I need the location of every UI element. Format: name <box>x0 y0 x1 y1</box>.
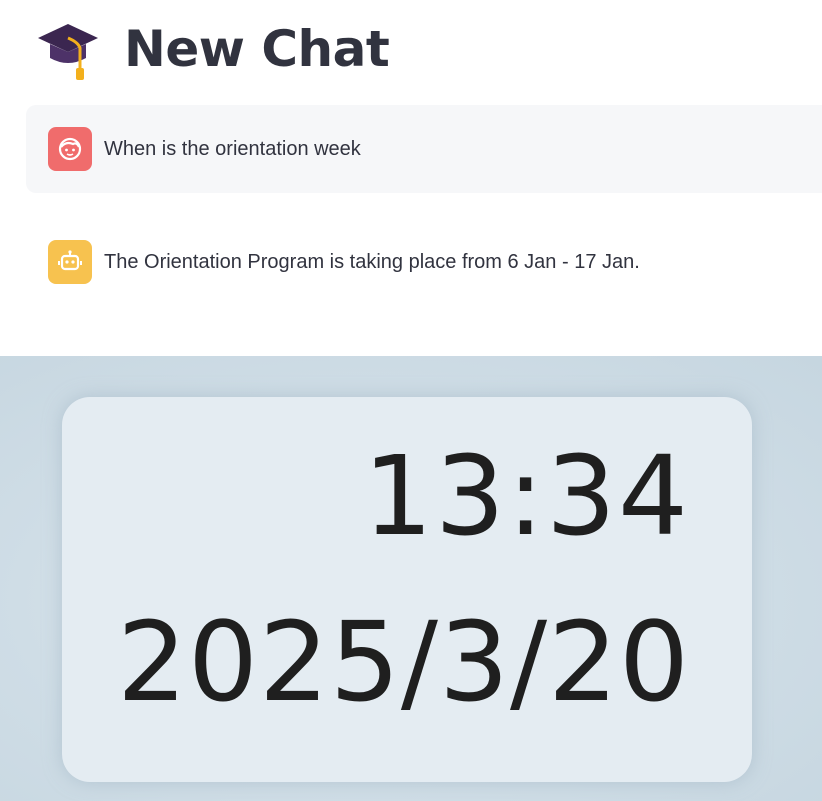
taskbar-clock-area: 13:34 2025/3/20 <box>0 356 822 801</box>
graduation-cap-icon <box>38 24 98 80</box>
chat-panel: New Chat When is the orientation week Th… <box>0 0 822 356</box>
message-text: The Orientation Program is taking place … <box>104 250 640 273</box>
clock-widget[interactable]: 13:34 2025/3/20 <box>62 397 752 782</box>
message-text: When is the orientation week <box>104 137 361 160</box>
robot-icon <box>58 250 82 271</box>
chat-message-assistant: The Orientation Program is taking place … <box>26 218 822 306</box>
user-face-icon <box>58 137 82 161</box>
assistant-avatar <box>48 240 92 284</box>
chat-message-user: When is the orientation week <box>26 105 822 193</box>
clock-time: 13:34 <box>362 432 690 560</box>
clock-date: 2025/3/20 <box>116 598 690 726</box>
page-header: New Chat <box>36 14 390 84</box>
page-title: New Chat <box>124 20 390 78</box>
user-avatar <box>48 127 92 171</box>
